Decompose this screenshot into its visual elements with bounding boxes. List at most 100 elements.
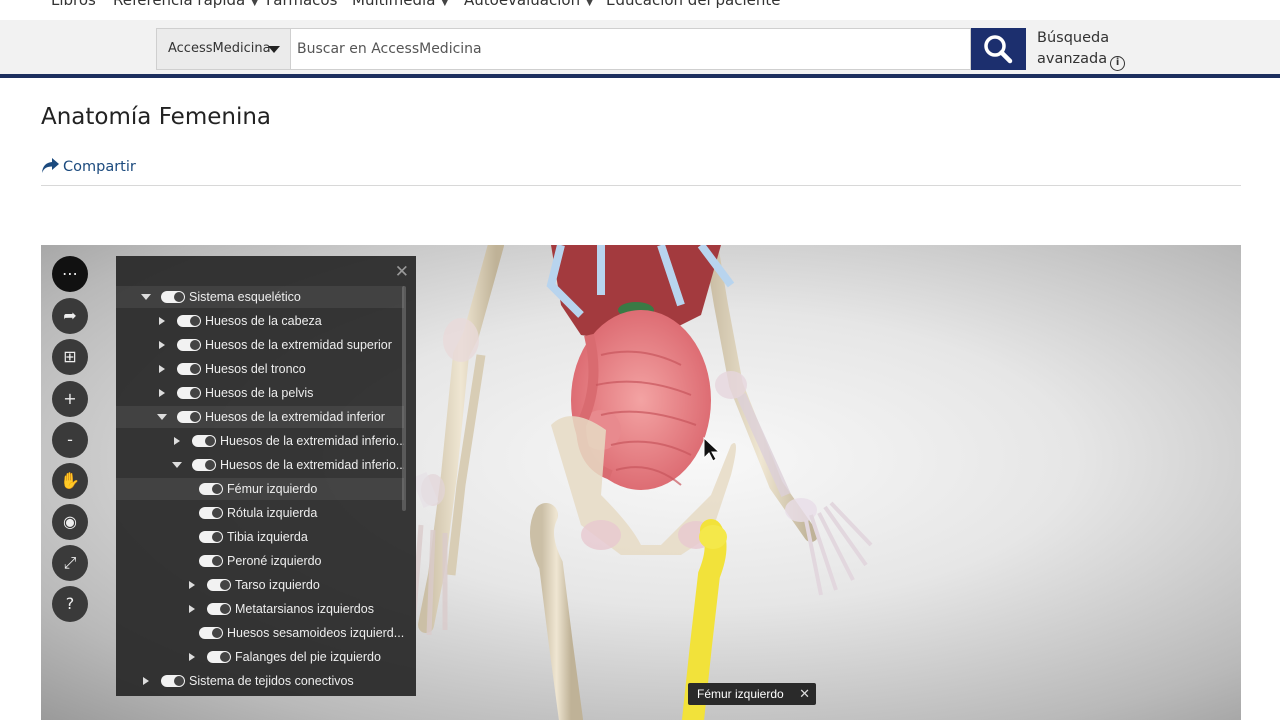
visibility-toggle[interactable]	[177, 315, 201, 327]
tree-item-label: Huesos de la pelvis	[205, 386, 314, 400]
nav-item[interactable]: Fármacos	[266, 0, 337, 9]
share-icon[interactable]: ➦	[52, 298, 88, 334]
tree-item-label: Fémur izquierdo	[227, 482, 318, 496]
tree-item[interactable]: Metatarsianos izquierdos	[116, 598, 404, 620]
tree-item[interactable]: Fémur izquierdo	[116, 478, 404, 500]
share-link[interactable]: Compartir	[41, 157, 136, 175]
chevron-down-icon: ▼	[441, 0, 449, 8]
tree-item[interactable]: Huesos del tronco	[116, 358, 404, 380]
nav-item[interactable]: Referencia rápida ▼	[113, 0, 258, 9]
tree-item[interactable]: Huesos de la extremidad inferior	[116, 406, 404, 428]
visibility-toggle[interactable]	[161, 675, 185, 687]
tree-item[interactable]: Huesos de la pelvis	[116, 382, 404, 404]
tree-item[interactable]: Huesos de la extremidad inferio...	[116, 430, 404, 452]
nav-item[interactable]: Multimedia ▼	[352, 0, 448, 9]
tree-item[interactable]: Huesos de la cabeza	[116, 310, 404, 332]
visibility-toggle[interactable]	[161, 291, 185, 303]
zoom-out-icon[interactable]: -	[52, 422, 88, 458]
search-scope-dropdown[interactable]: AccessMedicina	[156, 28, 290, 70]
search-scope-label: AccessMedicina	[168, 41, 271, 56]
tree-item[interactable]: Peroné izquierdo	[116, 550, 404, 572]
visibility-toggle[interactable]	[199, 627, 223, 639]
chevron-right-icon[interactable]	[159, 341, 165, 349]
advanced-search-line1: Búsqueda	[1037, 30, 1110, 46]
tree-item[interactable]: Sistema de tejidos conectivos	[116, 670, 404, 692]
visibility-toggle[interactable]	[199, 531, 223, 543]
close-icon[interactable]: ✕	[395, 262, 409, 282]
visibility-toggle[interactable]	[192, 459, 216, 471]
tree-item[interactable]: Tibia izquierda	[116, 526, 404, 548]
nav-item-label: Referencia rápida	[113, 0, 246, 9]
more-icon[interactable]: ⋯	[52, 256, 88, 292]
chevron-right-icon[interactable]	[189, 605, 195, 613]
advanced-search-link[interactable]: Búsqueda avanzada i	[1037, 28, 1126, 71]
tree-item-label: Falanges del pie izquierdo	[235, 650, 381, 664]
chevron-right-icon[interactable]	[159, 317, 165, 325]
visibility-toggle[interactable]	[207, 579, 231, 591]
chevron-right-icon[interactable]	[174, 437, 180, 445]
tree-item-label: Huesos de la extremidad inferio...	[220, 434, 404, 448]
anatomy-tree-panel: ✕ Sistema esquelético Huesos de la cabeza…	[116, 256, 416, 696]
page-title: Anatomía Femenina	[41, 104, 272, 130]
search-input[interactable]	[290, 28, 971, 70]
nav-item-label: Multimedia	[352, 0, 436, 9]
search-bar: AccessMedicina Búsqueda avanzadai	[0, 20, 1280, 78]
nav-item[interactable]: Libros	[51, 0, 96, 9]
tree-item[interactable]: Huesos de la extremidad inferio...	[116, 454, 404, 476]
info-icon[interactable]: i	[1110, 56, 1126, 71]
nav-item[interactable]: Autoevaluación ▼	[464, 0, 593, 9]
visibility-toggle[interactable]	[207, 603, 231, 615]
chevron-down-icon[interactable]	[141, 294, 151, 300]
tree-item[interactable]: Falanges del pie izquierdo	[116, 646, 404, 668]
anatomy-3d-viewer[interactable]: ⋯ ➦ ⊞ + - ✋ ◉ ⤢? ✕ Sistema esquelético Huesos de…	[41, 245, 1241, 720]
visibility-toggle[interactable]	[199, 555, 223, 567]
search-button[interactable]	[971, 28, 1026, 70]
mouse-cursor-icon	[703, 436, 721, 462]
visibility-toggle[interactable]	[177, 363, 201, 375]
divider	[41, 185, 1241, 186]
tree-item[interactable]: Sistema esquelético	[116, 286, 404, 308]
tree-item-label: Sistema esquelético	[189, 290, 301, 304]
visibility-toggle[interactable]	[177, 339, 201, 351]
visibility-toggle[interactable]	[207, 651, 231, 663]
advanced-search-line2: avanzada	[1037, 51, 1108, 67]
nav-item-label: Fármacos	[266, 0, 338, 9]
chevron-down-icon[interactable]	[172, 462, 182, 468]
tree-item-label: Huesos sesamoideos izquierd...	[227, 626, 404, 640]
nav-item[interactable]: Educación del paciente	[606, 0, 780, 9]
tree-item[interactable]: Huesos de la extremidad superior	[116, 334, 404, 356]
visibility-toggle[interactable]	[192, 435, 216, 447]
tree-item[interactable]: Rótula izquierda	[116, 502, 404, 524]
tree-item-label: Huesos del tronco	[205, 362, 306, 376]
visibility-toggle[interactable]	[199, 483, 223, 495]
search-icon	[984, 35, 1013, 64]
chevron-down-icon[interactable]	[157, 414, 167, 420]
close-icon[interactable]: ✕	[799, 683, 810, 705]
visibility-toggle[interactable]	[199, 507, 223, 519]
right-arm-bones	[410, 245, 504, 636]
chevron-right-icon[interactable]	[189, 653, 195, 661]
visibility-toggle[interactable]	[177, 387, 201, 399]
tree-item-label: Sistema de tejidos conectivos	[189, 674, 354, 688]
chevron-right-icon[interactable]	[189, 581, 195, 589]
fullscreen-icon[interactable]: ⤢	[52, 545, 88, 581]
chevron-right-icon[interactable]	[159, 389, 165, 397]
tree-item-label: Rótula izquierda	[227, 506, 318, 520]
hierarchy-icon[interactable]: ⊞	[52, 339, 88, 375]
zoom-in-icon[interactable]: +	[52, 381, 88, 417]
tree-item-label: Huesos de la cabeza	[205, 314, 322, 328]
tree-item-label: Tarso izquierdo	[235, 578, 320, 592]
visibility-toggle[interactable]	[177, 411, 201, 423]
tree-item[interactable]: Tarso izquierdo	[116, 574, 404, 596]
tree-item[interactable]: Huesos sesamoideos izquierd...	[116, 622, 404, 644]
help-icon[interactable]: ?	[52, 586, 88, 622]
center-target-icon[interactable]: ◉	[52, 504, 88, 540]
top-nav: Libros Referencia rápida ▼ Fármacos Multimed…	[0, 0, 1280, 20]
chevron-right-icon[interactable]	[159, 365, 165, 373]
tree-item-label: Huesos de la extremidad inferior	[205, 410, 385, 424]
chevron-down-icon: ▼	[586, 0, 594, 8]
tree-item-label: Tibia izquierda	[227, 530, 308, 544]
chevron-right-icon[interactable]	[143, 677, 149, 685]
tree-item-label: Metatarsianos izquierdos	[235, 602, 374, 616]
pan-hand-icon[interactable]: ✋	[52, 463, 88, 499]
